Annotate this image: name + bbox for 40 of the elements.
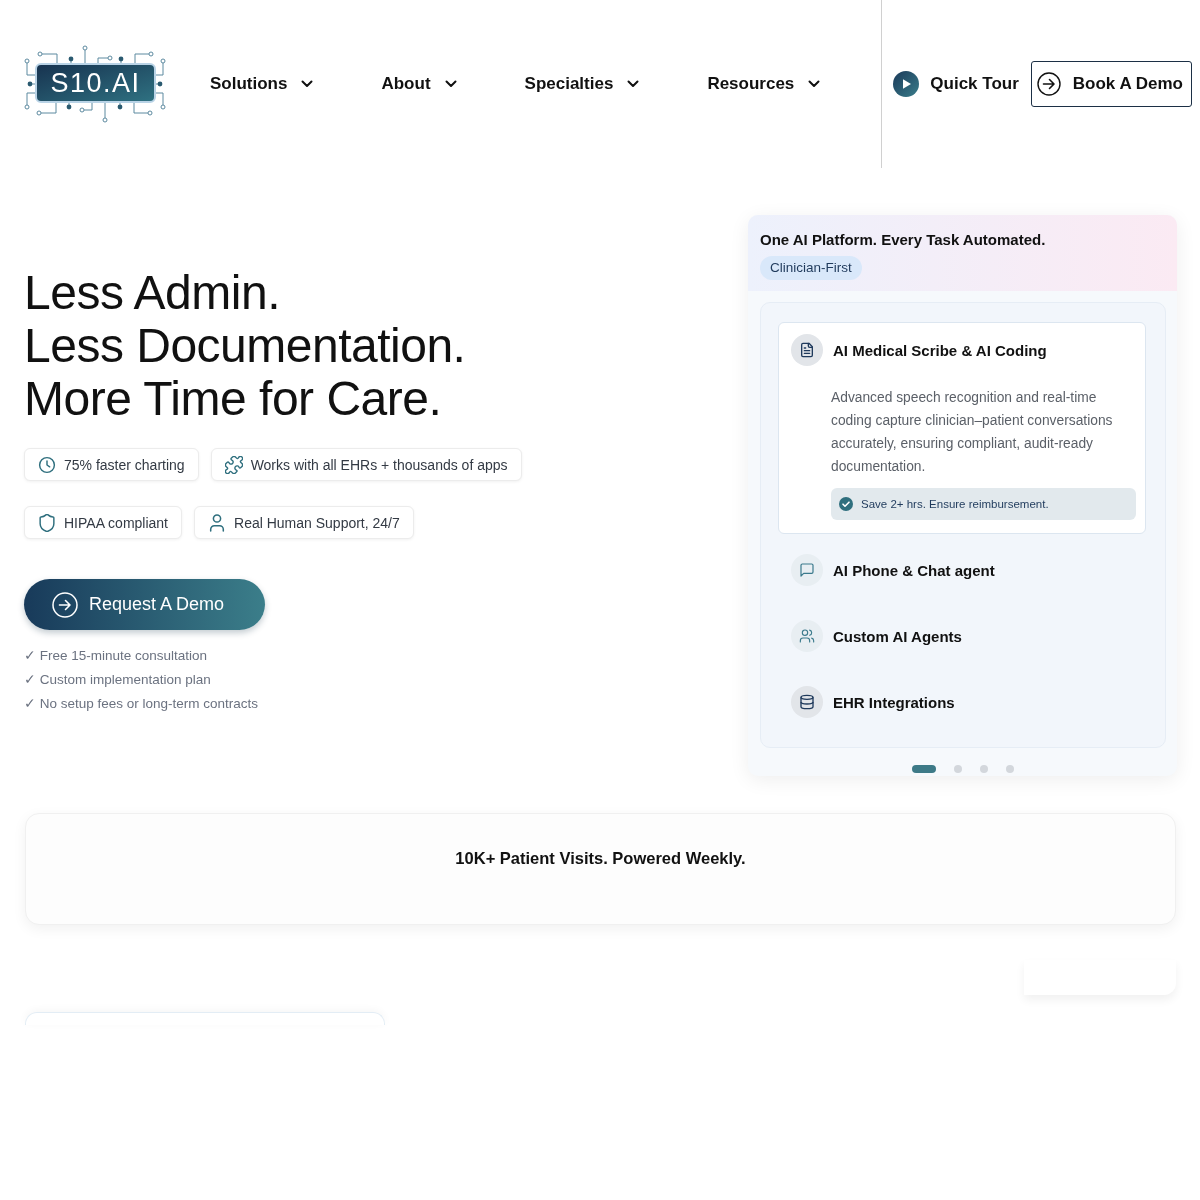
badge-label: 75% faster charting: [64, 456, 185, 473]
people-icon: [791, 620, 823, 652]
pager-dot[interactable]: [1006, 765, 1014, 773]
request-demo-button[interactable]: Request A Demo: [24, 579, 265, 630]
stats-text: 10K+ Patient Visits. Powered Weekly.: [455, 849, 746, 867]
checklist-item: ✓ Free 15-minute consultation: [24, 647, 208, 665]
badge-label: HIPAA compliant: [64, 514, 168, 531]
chat-icon: [791, 554, 823, 586]
pager-dot[interactable]: [980, 765, 988, 773]
checklist-item: ✓ Custom implementation plan: [24, 671, 211, 689]
shield-icon: [38, 513, 56, 532]
logo[interactable]: S10.AI: [24, 45, 166, 123]
nav-menu-button[interactable]: Solutions: [210, 74, 314, 94]
badge-label: Works with all EHRs + thousands of apps: [250, 456, 508, 473]
book-demo-button[interactable]: Book A Demo: [1030, 61, 1192, 107]
document-icon: [791, 334, 823, 366]
pager-dot[interactable]: [954, 765, 962, 773]
check-circle-icon: [839, 497, 853, 511]
person-icon: [208, 513, 226, 532]
checklist-item: ✓ No setup fees or long-term contracts: [24, 695, 259, 713]
database-icon: [791, 686, 823, 718]
nav-menu-button[interactable]: Specialties: [524, 74, 640, 94]
play-icon: [893, 71, 920, 97]
tag: Clinician-First: [760, 256, 862, 280]
feature-description: Advanced speech recognition and real-time coding capture clinician–patient conversations accurately, ensuring compliant, audit-ready documentation.: [831, 389, 1114, 476]
card-title: One AI Platform. Every Task Automated.: [760, 231, 1046, 249]
nav-menu-button[interactable]: About: [381, 74, 457, 94]
arrow-right-icon: [1036, 72, 1061, 96]
nav-menu-button[interactable]: Resources: [707, 74, 821, 94]
puzzle-icon: [224, 455, 243, 474]
feature-tab[interactable]: EHR Integrations: [778, 669, 1146, 735]
feature-tab[interactable]: Custom AI Agents: [778, 603, 1146, 669]
hero-headline: Less Admin. Less Documentation. More Time for Care.: [24, 266, 466, 425]
feature-tab[interactable]: AI Phone & Chat agent: [778, 537, 1146, 603]
clock-icon: [38, 455, 56, 474]
benefit-text: Save 2+ hrs. Ensure reimbursement.: [861, 498, 1049, 510]
badge-label: Real Human Support, 24/7: [234, 514, 400, 531]
arrow-right-icon: [52, 591, 78, 618]
quick-tour-button[interactable]: Quick Tour: [893, 71, 1019, 97]
feature-title[interactable]: AI Medical Scribe & AI Coding: [833, 341, 1047, 359]
